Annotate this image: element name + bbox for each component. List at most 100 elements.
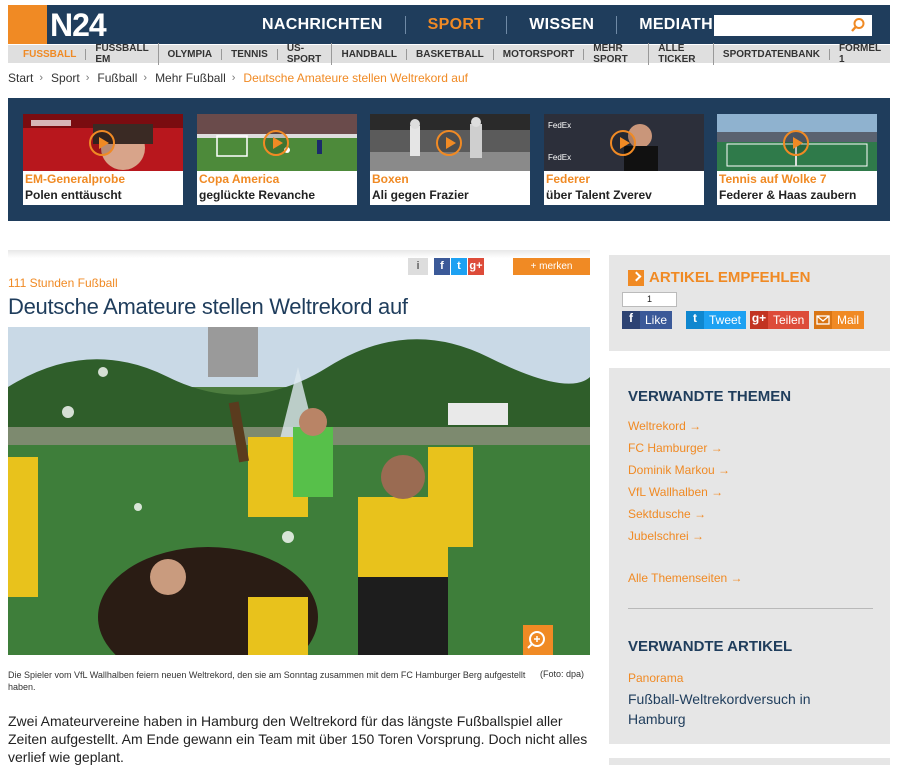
arrow-right-icon: → bbox=[692, 529, 705, 543]
teaser-kicker: Tennis auf Wolke 7 bbox=[719, 172, 827, 186]
topic-link[interactable]: Weltrekord → bbox=[628, 419, 701, 433]
share-toolbar: i f t g+ bbox=[408, 258, 485, 275]
article-top-bar bbox=[8, 250, 590, 258]
teaser-kicker: EM-Generalprobe bbox=[25, 172, 126, 186]
chevron-right-icon: › bbox=[143, 72, 148, 84]
breadcrumb-start[interactable]: Start bbox=[8, 71, 33, 85]
subnav-mehr-sport[interactable]: MEHR SPORT bbox=[584, 43, 650, 65]
topic-link[interactable]: Sektdusche → bbox=[628, 507, 706, 521]
photo-credit: (Foto: dpa) bbox=[540, 669, 585, 679]
tweet-button[interactable]: t Tweet bbox=[686, 311, 747, 329]
related-box: VERWANDTE THEMEN Weltrekord → FC Hamburg… bbox=[609, 368, 890, 744]
play-icon[interactable] bbox=[263, 130, 289, 156]
subnav-fussball[interactable]: FUSSBALL bbox=[14, 48, 87, 60]
nav-wissen[interactable]: WISSEN bbox=[507, 15, 618, 34]
recommend-title: ARTIKEL EMPFEHLEN bbox=[649, 269, 811, 286]
recommend-header: ARTIKEL EMPFEHLEN bbox=[628, 269, 810, 286]
related-article-link[interactable]: Fußball-Weltrekordversuch in Hamburg bbox=[628, 689, 868, 729]
video-teaser[interactable]: Tennis auf Wolke 7 Federer & Haas zauber… bbox=[717, 114, 877, 205]
subnav-formel-1[interactable]: FORMEL 1 bbox=[830, 43, 890, 65]
svg-text:FedEx: FedEx bbox=[548, 153, 571, 162]
twitter-icon: t bbox=[686, 311, 704, 329]
celebration-photo bbox=[8, 327, 590, 655]
article-photo[interactable] bbox=[8, 327, 590, 655]
related-article-kicker: Panorama bbox=[628, 671, 684, 685]
topic-link[interactable]: FC Hamburger → bbox=[628, 441, 723, 455]
photo-caption: Die Spieler vom VfL Wallhalben feiern ne… bbox=[8, 670, 526, 692]
video-teaser[interactable]: Boxen Ali gegen Frazier bbox=[370, 114, 530, 205]
mail-icon bbox=[814, 311, 832, 329]
twitter-icon[interactable]: t bbox=[451, 258, 467, 275]
facebook-icon[interactable]: f bbox=[434, 258, 450, 275]
related-topics-title: VERWANDTE THEMEN bbox=[628, 388, 792, 405]
logo-square bbox=[8, 5, 47, 44]
subnav-fussball-em[interactable]: FUSSBALL EM bbox=[86, 43, 159, 65]
video-teaser[interactable]: EM-Generalprobe Polen enttäuscht bbox=[23, 114, 183, 205]
topic-link[interactable]: Jubelschrei → bbox=[628, 529, 704, 543]
facebook-like-count: 1 bbox=[622, 292, 677, 307]
chevron-right-icon: › bbox=[39, 72, 44, 84]
breadcrumb-sport[interactable]: Sport bbox=[51, 71, 80, 85]
search-input[interactable] bbox=[714, 15, 872, 36]
arrow-right-icon: → bbox=[711, 485, 724, 499]
video-teaser-strip: EM-Generalprobe Polen enttäuscht Copa Am… bbox=[8, 98, 890, 221]
teaser-title: Polen enttäuscht bbox=[25, 188, 122, 202]
subnav-handball[interactable]: HANDBALL bbox=[332, 48, 408, 60]
googleplus-icon[interactable]: g+ bbox=[468, 258, 484, 275]
sport-subnav: FUSSBALL FUSSBALL EM OLYMPIA TENNIS US-S… bbox=[8, 43, 890, 65]
nav-sport[interactable]: SPORT bbox=[406, 15, 508, 34]
teilen-button[interactable]: g+ Teilen bbox=[750, 311, 810, 329]
video-teaser[interactable]: Copa America geglückte Revanche bbox=[197, 114, 357, 205]
info-icon[interactable]: i bbox=[408, 258, 428, 275]
subnav-motorsport[interactable]: MOTORSPORT bbox=[494, 48, 585, 60]
teaser-title: über Talent Zverev bbox=[546, 188, 652, 202]
play-icon[interactable] bbox=[89, 130, 115, 156]
breadcrumb-mehr-fussball[interactable]: Mehr Fußball bbox=[155, 71, 226, 85]
video-teaser[interactable]: FedEx FedEx Federer über Talent Zverev bbox=[544, 114, 704, 205]
teaser-title: Ali gegen Frazier bbox=[372, 188, 469, 202]
arrow-right-icon: → bbox=[689, 419, 702, 433]
merken-button[interactable]: + merken bbox=[513, 258, 590, 275]
subnav-basketball[interactable]: BASKETBALL bbox=[407, 48, 494, 60]
divider bbox=[628, 608, 873, 609]
facebook-like-button[interactable]: f Like bbox=[622, 311, 673, 329]
arrow-right-icon bbox=[628, 269, 644, 286]
subnav-olympia[interactable]: OLYMPIA bbox=[159, 48, 223, 60]
play-icon[interactable] bbox=[610, 130, 636, 156]
subnav-alle-ticker[interactable]: ALLE TICKER bbox=[649, 43, 714, 65]
svg-text:FedEx: FedEx bbox=[548, 121, 571, 130]
teaser-kicker: Federer bbox=[546, 172, 591, 186]
teaser-title: geglückte Revanche bbox=[199, 188, 316, 202]
article-headline: Deutsche Amateure stellen Weltrekord auf bbox=[8, 294, 408, 319]
logo-text: N24 bbox=[50, 7, 107, 43]
nav-nachrichten[interactable]: NACHRICHTEN bbox=[240, 15, 406, 34]
arrow-right-icon: → bbox=[710, 441, 723, 455]
facebook-icon: f bbox=[622, 311, 640, 329]
play-icon[interactable] bbox=[783, 130, 809, 156]
topic-link[interactable]: VfL Wallhalben → bbox=[628, 485, 723, 499]
breadcrumb-current: Deutsche Amateure stellen Weltrekord auf bbox=[243, 71, 468, 85]
n24-logo[interactable]: N24 bbox=[8, 5, 130, 44]
related-articles-title: VERWANDTE ARTIKEL bbox=[628, 638, 793, 655]
search-icon[interactable] bbox=[850, 17, 866, 33]
play-icon[interactable] bbox=[436, 130, 462, 156]
mail-button[interactable]: Mail bbox=[814, 311, 865, 329]
subnav-sportdatenbank[interactable]: SPORTDATENBANK bbox=[714, 48, 830, 60]
topic-link[interactable]: Dominik Markou → bbox=[628, 463, 730, 477]
subnav-us-sport[interactable]: US-SPORT bbox=[278, 43, 333, 65]
all-topics-link[interactable]: Alle Themenseiten → bbox=[628, 571, 743, 585]
breadcrumb-fussball[interactable]: Fußball bbox=[97, 71, 137, 85]
recommend-box: ARTIKEL EMPFEHLEN 1 f Like t Tweet g+ Te… bbox=[609, 255, 890, 351]
arrow-right-icon: → bbox=[694, 507, 707, 521]
teaser-kicker: Copa America bbox=[199, 172, 280, 186]
teaser-title: Federer & Haas zaubern bbox=[719, 188, 857, 202]
arrow-right-icon: → bbox=[718, 463, 731, 477]
zoom-icon[interactable] bbox=[523, 625, 553, 655]
chevron-right-icon: › bbox=[85, 72, 90, 84]
article-lead: Zwei Amateurvereine haben in Hamburg den… bbox=[8, 713, 588, 765]
site-header: N24 NACHRICHTEN SPORT WISSEN MEDIATHEK bbox=[8, 5, 890, 44]
breadcrumb: Start › Sport › Fußball › Mehr Fußball › Deu… bbox=[8, 71, 474, 85]
arrow-right-icon: → bbox=[730, 571, 743, 585]
sidebar-bottom-box bbox=[609, 758, 890, 765]
subnav-tennis[interactable]: TENNIS bbox=[222, 48, 278, 60]
